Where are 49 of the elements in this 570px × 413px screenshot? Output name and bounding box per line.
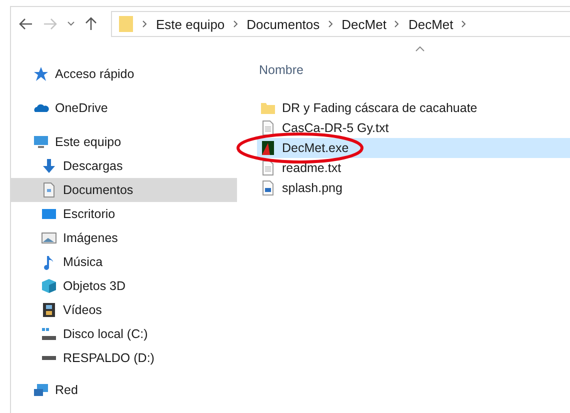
drive-icon	[41, 326, 57, 342]
file-row[interactable]: DR y Fading cáscara de cacahuate	[257, 98, 570, 118]
sidebar-item[interactable]: Objetos 3D	[11, 274, 237, 298]
sidebar-item[interactable]: Acceso rápido	[11, 62, 237, 86]
cube-icon	[41, 278, 57, 294]
application-icon	[260, 140, 276, 156]
sidebar-item[interactable]: Red	[11, 378, 237, 402]
chevron-icon	[461, 20, 468, 28]
chevron-icon	[328, 20, 334, 28]
text-file-icon	[260, 120, 276, 136]
sidebar-item[interactable]: Vídeos	[11, 298, 237, 322]
film-icon	[41, 302, 57, 318]
address-bar[interactable]: Este equipo Documentos DecMet DecMet	[111, 11, 570, 37]
sidebar-item[interactable]: Disco local (C:)	[11, 322, 237, 346]
file-row[interactable]: CasCa-DR-5 Gy.txt	[257, 118, 570, 138]
sidebar-item[interactable]: Documentos	[11, 178, 237, 202]
chevron-icon	[232, 20, 239, 28]
up-button[interactable]	[85, 17, 97, 31]
sidebar-item[interactable]: RESPALDO (D:)	[11, 346, 237, 370]
sidebar-item[interactable]: Imágenes	[11, 226, 237, 250]
column-header[interactable]: Nombre	[259, 63, 304, 81]
document-icon	[41, 182, 57, 198]
star-icon	[33, 66, 49, 82]
monitor-icon	[33, 134, 49, 150]
recent-dropdown-button[interactable]	[67, 21, 75, 27]
image-file-icon	[260, 180, 276, 196]
sidebar-item[interactable]: OneDrive	[11, 96, 237, 120]
drive-icon	[41, 356, 57, 360]
breadcrumb[interactable]: Este equipo	[156, 16, 225, 32]
desktop-icon	[41, 206, 57, 222]
file-row[interactable]: readme.txt	[257, 158, 570, 178]
breadcrumb[interactable]: DecMet	[342, 16, 386, 32]
chevron-icon	[142, 20, 148, 28]
breadcrumb[interactable]: Documentos	[246, 16, 320, 32]
sidebar-item[interactable]: Escritorio	[11, 202, 237, 226]
file-row[interactable]: DecMet.exe	[257, 138, 570, 158]
network-icon	[33, 382, 49, 398]
sidebar-item[interactable]: Este equipo	[11, 130, 237, 154]
back-button[interactable]	[19, 18, 33, 30]
image-icon	[41, 230, 57, 246]
sidebar-item[interactable]: Descargas	[11, 154, 237, 178]
folder-icon	[118, 14, 134, 34]
text-file-icon	[260, 160, 276, 176]
breadcrumb[interactable]: DecMet	[408, 16, 454, 32]
sidebar-item[interactable]: Música	[11, 250, 237, 274]
file-row[interactable]: splash.png	[257, 178, 570, 198]
down-arrow-icon	[41, 158, 57, 174]
chevron-icon	[394, 20, 400, 28]
folder-icon	[260, 100, 276, 116]
